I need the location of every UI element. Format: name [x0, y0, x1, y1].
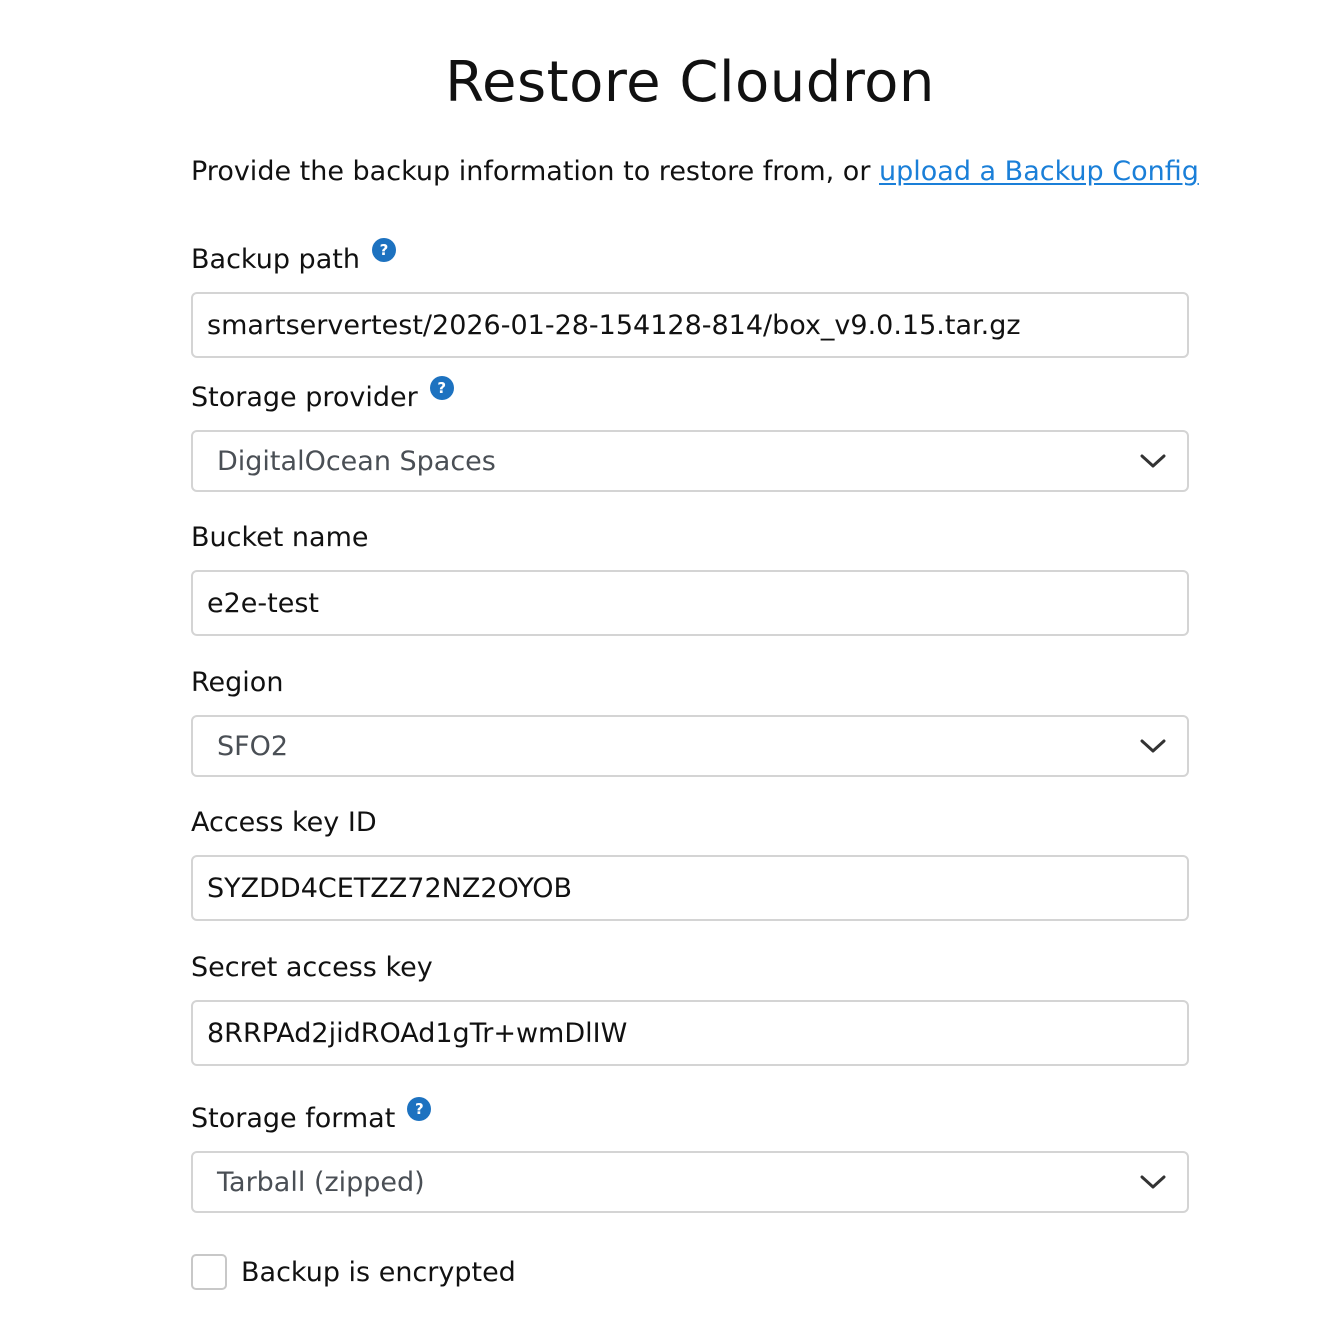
backup-path-label: Backup path ? [191, 238, 396, 275]
secret-access-key-input[interactable] [191, 1000, 1189, 1066]
backup-encrypted-label: Backup is encrypted [241, 1256, 516, 1288]
storage-format-label: Storage format ? [191, 1097, 432, 1134]
secret-access-key-label-text: Secret access key [191, 952, 433, 983]
help-icon[interactable]: ? [429, 376, 454, 400]
region-label-text: Region [191, 667, 284, 698]
storage-format-label-text: Storage format [191, 1103, 396, 1134]
bucket-name-label-text: Bucket name [191, 522, 369, 553]
bucket-name-label: Bucket name [191, 522, 369, 553]
help-icon[interactable]: ? [371, 238, 396, 262]
region-label: Region [191, 667, 283, 698]
upload-backup-config-link[interactable]: upload a Backup Config [879, 156, 1199, 187]
access-key-id-label: Access key ID [191, 807, 377, 838]
secret-access-key-label: Secret access key [191, 952, 433, 983]
storage-provider-label: Storage provider ? [191, 376, 454, 413]
storage-provider-label-text: Storage provider [191, 382, 418, 413]
storage-provider-selected-value: DigitalOcean Spaces [217, 445, 496, 477]
restore-cloudron-page: Restore Cloudron Provide the backup info… [0, 0, 1344, 1326]
backup-encrypted-checkbox[interactable] [191, 1254, 227, 1290]
storage-format-select[interactable]: Tarball (zipped) [191, 1151, 1189, 1213]
region-selected-value: SFO2 [217, 730, 289, 762]
intro-text-prefix: Provide the backup information to restor… [191, 156, 879, 187]
backup-encrypted-row[interactable]: Backup is encrypted [191, 1254, 516, 1290]
intro-text: Provide the backup information to restor… [191, 156, 1199, 187]
access-key-id-input[interactable] [191, 855, 1189, 921]
backup-path-label-text: Backup path [191, 244, 360, 275]
backup-path-input[interactable] [191, 292, 1189, 358]
storage-provider-select[interactable]: DigitalOcean Spaces [191, 430, 1189, 492]
chevron-down-icon [1140, 1175, 1166, 1189]
bucket-name-input[interactable] [191, 570, 1189, 636]
help-icon[interactable]: ? [407, 1097, 432, 1121]
page-title: Restore Cloudron [445, 50, 935, 115]
access-key-id-label-text: Access key ID [191, 807, 377, 838]
region-select[interactable]: SFO2 [191, 715, 1189, 777]
chevron-down-icon [1140, 739, 1166, 753]
chevron-down-icon [1140, 454, 1166, 468]
storage-format-selected-value: Tarball (zipped) [217, 1166, 425, 1198]
